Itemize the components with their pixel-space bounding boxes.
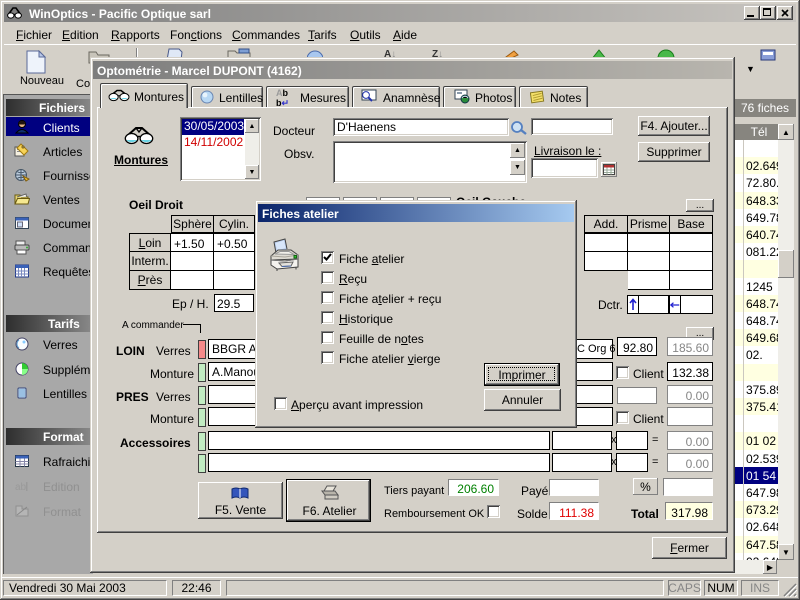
svg-text:ab: ab bbox=[15, 482, 27, 493]
